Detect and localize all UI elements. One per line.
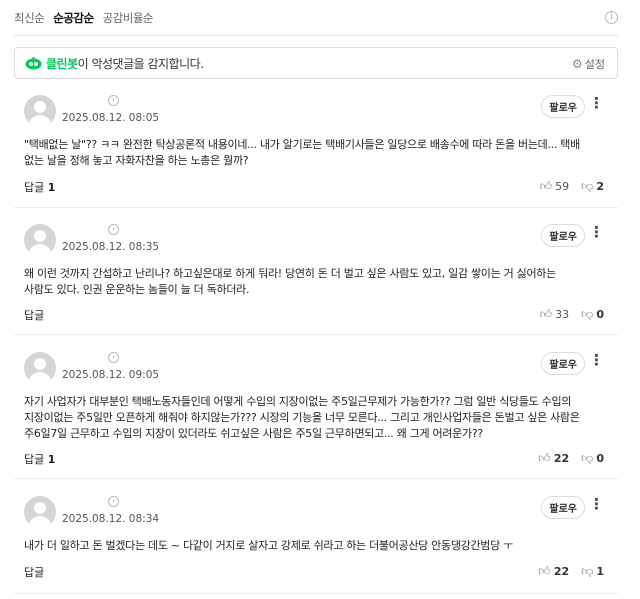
thumbs-up-icon[interactable]: 👍︎	[540, 179, 553, 194]
reactions: 👍︎ 22 👎︎ 0	[538, 451, 604, 466]
avatar[interactable]	[24, 352, 56, 384]
comment-item: › 2025.08.12. 08:34 팔로우 ⋮ 내가 더 일하고 돈 벌겠다…	[14, 496, 618, 594]
sort-latest-tab[interactable]: 최신순	[14, 10, 45, 26]
comment-text: "택배없는 날"?? ㅋㅋ 완전한 탁상공론적 내용이네... 내가 알기로는 …	[24, 138, 580, 167]
avatar[interactable]	[24, 95, 56, 127]
dislike-count: 0	[596, 308, 604, 321]
reactions: 👍︎ 33 👎︎ 0	[540, 307, 604, 322]
cleanbot-message: 이 악성댓글을 감지합니다.	[77, 56, 204, 71]
reply-label: 답글	[24, 309, 45, 322]
profile-arrow-icon[interactable]: ›	[108, 352, 119, 363]
comment-date: 2025.08.12. 08:05	[62, 112, 160, 124]
more-options-icon[interactable]: ⋮	[589, 496, 604, 512]
more-options-icon[interactable]: ⋮	[589, 352, 604, 368]
thumbs-down-icon[interactable]: 👎︎	[581, 307, 593, 322]
sort-bar: 최신순 순공감순 공감비율순 i	[14, 8, 618, 28]
reply-label: 답글	[24, 453, 45, 466]
dislike-count: 1	[596, 565, 604, 578]
dislike-count: 0	[596, 452, 604, 465]
reply-count: 1	[47, 453, 56, 466]
like-count: 59	[555, 180, 570, 193]
cleanbot-icon	[25, 56, 42, 69]
reply-label: 답글	[24, 566, 45, 579]
profile-arrow-icon[interactable]: ›	[108, 224, 119, 235]
thumbs-down-icon[interactable]: 👎︎	[581, 564, 593, 579]
more-options-icon[interactable]: ⋮	[589, 224, 604, 240]
reply-button[interactable]: 답글 1	[24, 451, 55, 467]
sort-likes-tab[interactable]: 순공감순	[53, 10, 94, 26]
divider	[14, 35, 618, 36]
settings-label: 설정	[584, 58, 605, 71]
avatar[interactable]	[24, 496, 56, 528]
thumbs-up-icon[interactable]: 👍︎	[540, 307, 553, 322]
reply-count: 1	[47, 181, 56, 194]
follow-button[interactable]: 팔로우	[541, 352, 585, 375]
like-count: 22	[553, 565, 570, 578]
comment-date: 2025.08.12. 08:34	[62, 513, 160, 525]
follow-button[interactable]: 팔로우	[541, 496, 585, 519]
follow-button[interactable]: 팔로우	[541, 95, 585, 118]
cleanbot-banner: 클린봇 이 악성댓글을 감지합니다. ⚙ 설정	[14, 47, 618, 79]
like-count: 33	[555, 308, 570, 321]
avatar[interactable]	[24, 224, 56, 256]
comment-date: 2025.08.12. 08:35	[62, 241, 160, 253]
gear-icon: ⚙	[571, 57, 583, 71]
reactions: 👍︎ 59 👎︎ 2	[540, 179, 604, 194]
reply-button[interactable]: 답글	[24, 307, 44, 323]
profile-arrow-icon[interactable]: ›	[108, 496, 119, 507]
thumbs-down-icon[interactable]: 👎︎	[581, 179, 593, 194]
comment-text: 자기 사업자가 대부분인 택배노동자들인데 어떻게 수입의 지장이없는 주5일근…	[24, 395, 580, 440]
cleanbot-settings-button[interactable]: ⚙ 설정	[572, 56, 605, 72]
reply-label: 답글	[24, 181, 45, 194]
like-count: 22	[553, 452, 570, 465]
profile-arrow-icon[interactable]: ›	[108, 95, 119, 106]
comment-text: 내가 더 일하고 돈 벌겠다는 데도 ~ 다같이 거지로 살자고 강제로 쉬라고…	[24, 539, 513, 552]
thumbs-down-icon[interactable]: 👎︎	[581, 451, 593, 466]
follow-button[interactable]: 팔로우	[541, 224, 585, 247]
comment-item: › 2025.08.12. 08:05 팔로우 ⋮ "택배없는 날"?? ㅋㅋ …	[14, 95, 618, 208]
comment-item: › 2025.08.12. 09:05 팔로우 ⋮ 자기 사업자가 대부분인 택…	[14, 352, 618, 479]
comment-date: 2025.08.12. 09:05	[62, 369, 160, 381]
more-options-icon[interactable]: ⋮	[589, 95, 604, 111]
comment-text: 왜 이런 것까지 간섭하고 난리나? 하고싶은대로 하게 둬라! 당연히 돈 더…	[24, 267, 556, 296]
thumbs-up-icon[interactable]: 👍︎	[538, 564, 551, 579]
dislike-count: 2	[596, 180, 604, 193]
reactions: 👍︎ 22 👎︎ 1	[538, 564, 604, 579]
cleanbot-name: 클린봇	[46, 56, 78, 71]
reply-button[interactable]: 답글 1	[24, 179, 55, 195]
info-icon[interactable]: i	[605, 11, 618, 24]
comment-item: › 2025.08.12. 08:35 팔로우 ⋮ 왜 이런 것까지 간섭하고 …	[14, 224, 618, 335]
thumbs-up-icon[interactable]: 👍︎	[538, 451, 551, 466]
reply-button[interactable]: 답글	[24, 564, 44, 580]
sort-ratio-tab[interactable]: 공감비율순	[103, 10, 154, 26]
